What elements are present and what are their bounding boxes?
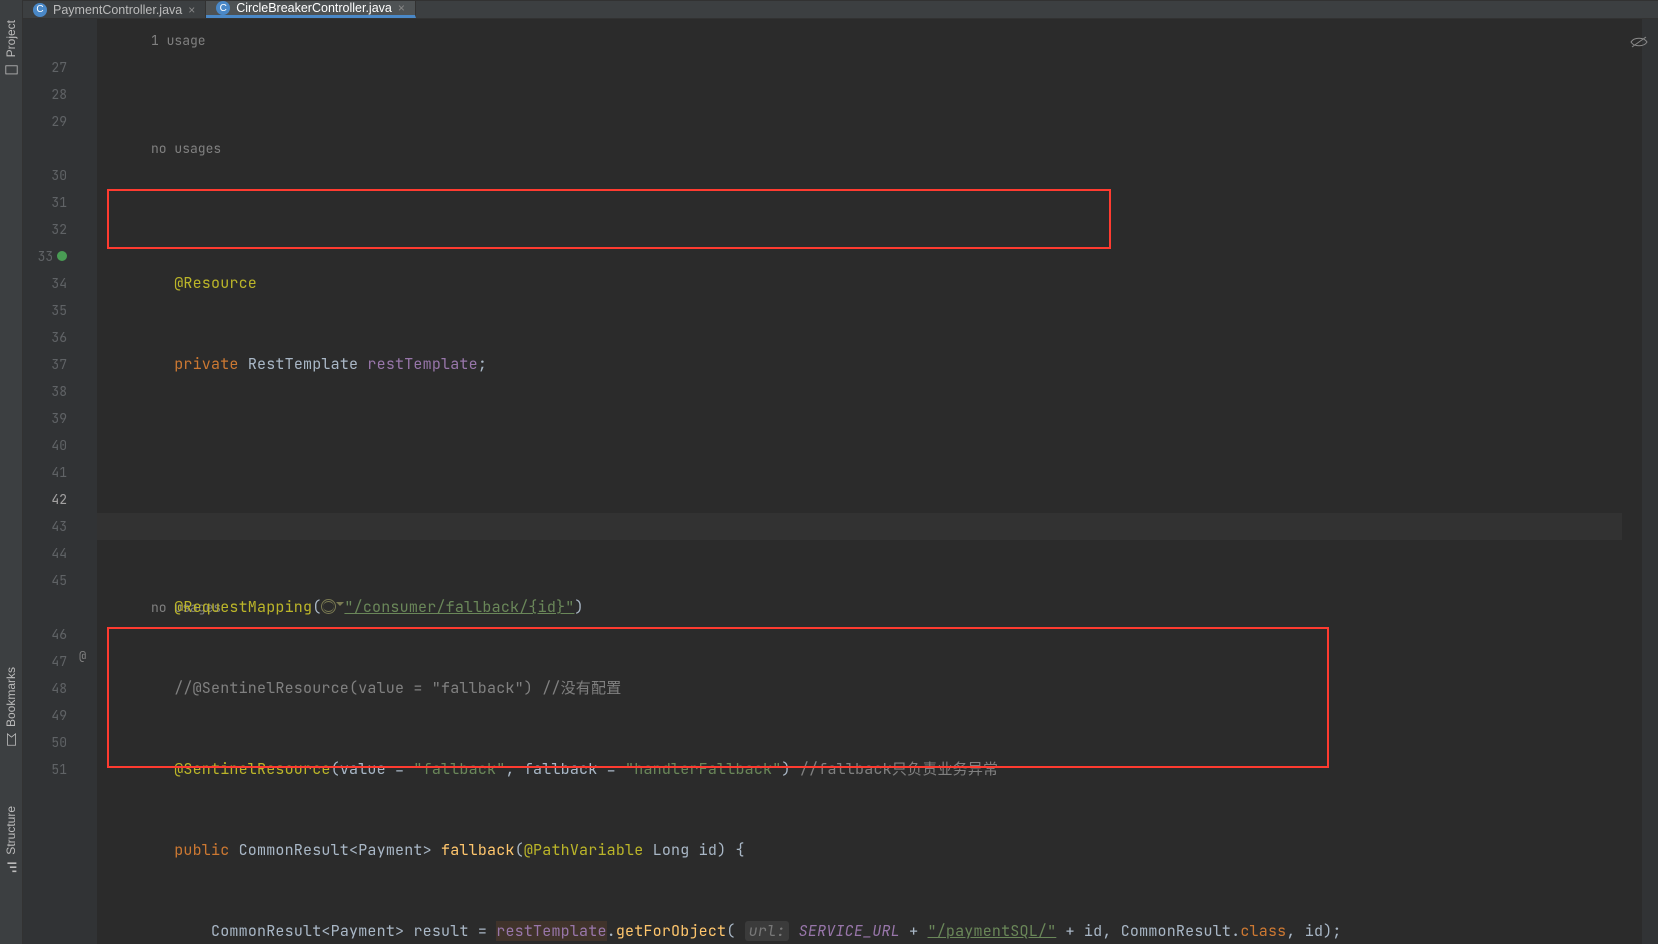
line-number[interactable]: 41 [23, 459, 97, 486]
tool-project[interactable]: Project [4, 20, 18, 76]
tab-label: CircleBreakerController.java [236, 1, 392, 15]
tab-label: PaymentController.java [53, 3, 182, 17]
tool-window-bar: Project Bookmarks Structure [0, 0, 23, 944]
structure-icon [5, 861, 18, 874]
line-number[interactable]: 35 [23, 297, 97, 324]
current-line-highlight [97, 513, 1622, 540]
close-icon[interactable]: × [188, 3, 195, 17]
close-icon[interactable]: × [398, 1, 405, 15]
line-number[interactable]: 50 [23, 729, 97, 756]
project-icon [5, 63, 18, 76]
line-number[interactable]: 34 [23, 270, 97, 297]
tool-bookmarks[interactable]: Bookmarks [4, 667, 18, 746]
line-number[interactable]: 43 [23, 513, 97, 540]
line-number[interactable]: 36 [23, 324, 97, 351]
class-icon: C [33, 3, 47, 17]
line-number[interactable]: 40 [23, 432, 97, 459]
editor-tabs: C PaymentController.java × C CircleBreak… [23, 1, 1658, 19]
line-number[interactable]: 49 [23, 702, 97, 729]
class-icon: C [216, 1, 230, 15]
editor[interactable]: 1 usage 27 28 29 no usages 30 31 32 33 3… [23, 19, 1658, 944]
line-number[interactable]: 29 [23, 108, 97, 135]
line-number[interactable]: 32 [23, 216, 97, 243]
line-number[interactable]: 46 [23, 621, 97, 648]
bookmark-icon [5, 733, 18, 746]
line-number[interactable]: 31 [23, 189, 97, 216]
tab-circle-breaker-controller[interactable]: C CircleBreakerController.java × [206, 1, 416, 18]
line-number[interactable]: 48 [23, 675, 97, 702]
line-number[interactable]: 28 [23, 81, 97, 108]
line-number[interactable]: 45 [23, 567, 97, 594]
line-number[interactable]: 37 [23, 351, 97, 378]
override-icon[interactable]: @ [79, 648, 86, 664]
tool-structure[interactable]: Structure [4, 806, 18, 874]
gutter: 1 usage 27 28 29 no usages 30 31 32 33 3… [23, 19, 97, 944]
code-area[interactable]: @Resource private RestTemplate restTempl… [97, 19, 1642, 944]
line-number[interactable]: 44 [23, 540, 97, 567]
tab-payment-controller[interactable]: C PaymentController.java × [23, 1, 206, 18]
error-stripe[interactable] [1642, 19, 1658, 944]
line-number[interactable]: 39 [23, 405, 97, 432]
line-number[interactable]: 27 [23, 54, 97, 81]
line-number[interactable]: 51 [23, 756, 97, 783]
line-number[interactable]: 33 [23, 243, 97, 270]
line-number[interactable]: 38 [23, 378, 97, 405]
line-number[interactable]: 42 [23, 486, 97, 513]
line-number[interactable]: 30 [23, 162, 97, 189]
globe-icon[interactable] [321, 599, 336, 614]
